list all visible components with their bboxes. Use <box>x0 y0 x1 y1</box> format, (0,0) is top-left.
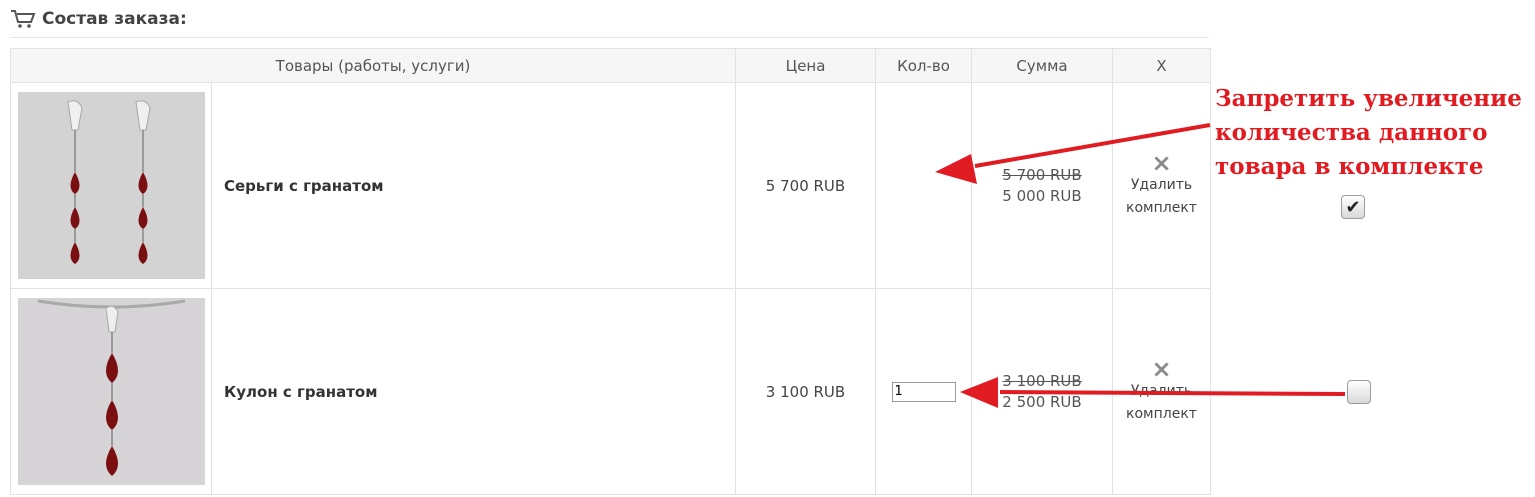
close-icon[interactable]: × <box>1113 357 1210 381</box>
close-icon[interactable]: × <box>1113 151 1210 175</box>
annotation-line: количества данного <box>1215 119 1488 146</box>
product-name[interactable]: Кулон с гранатом <box>211 288 736 495</box>
product-image-pendant[interactable] <box>17 298 205 485</box>
table-row: Кулон с гранатом 3 100 RUB 3 100 RUB 2 5… <box>10 288 1211 495</box>
title-divider <box>10 37 1209 38</box>
column-header-sum: Сумма <box>971 48 1113 83</box>
product-price: 5 700 RUB <box>735 82 876 289</box>
column-header-quantity: Кол-во <box>875 48 972 83</box>
sum-cell: 5 700 RUB 5 000 RUB <box>971 82 1113 289</box>
product-price: 3 100 RUB <box>735 288 876 495</box>
checkmark-icon: ✔ <box>1345 196 1361 217</box>
old-sum: 3 100 RUB <box>1002 372 1082 390</box>
quantity-cell <box>875 288 972 495</box>
quantity-cell-empty <box>875 82 972 289</box>
remove-set-link-2[interactable]: комплект <box>1113 197 1210 220</box>
remove-set-link[interactable]: Удалить <box>1113 174 1210 197</box>
page-title: Состав заказа: <box>42 9 187 29</box>
annotation-line: товара в комплекте <box>1215 153 1484 180</box>
product-image-cell <box>10 82 212 289</box>
sum-cell: 3 100 RUB 2 500 RUB <box>971 288 1113 495</box>
remove-cell[interactable]: × Удалить комплект <box>1112 288 1211 495</box>
lock-quantity-checkbox-checked[interactable]: ✔ <box>1341 195 1365 219</box>
new-sum: 5 000 RUB <box>1002 187 1082 205</box>
product-name[interactable]: Серьги с гранатом <box>211 82 736 289</box>
new-sum: 2 500 RUB <box>1002 393 1082 411</box>
table-row: Серьги с гранатом 5 700 RUB 5 700 RUB 5 … <box>10 82 1211 289</box>
order-table: Товары (работы, услуги) Цена Кол-во Сумм… <box>10 48 1211 495</box>
column-header-remove: X <box>1112 48 1211 83</box>
old-sum: 5 700 RUB <box>1002 166 1082 184</box>
column-header-price: Цена <box>735 48 876 83</box>
remove-set-link[interactable]: Удалить <box>1113 380 1210 403</box>
order-composition-header: Состав заказа: <box>10 6 187 32</box>
cart-icon <box>11 10 36 28</box>
table-header-row: Товары (работы, услуги) Цена Кол-во Сумм… <box>10 48 1211 83</box>
product-image-earrings[interactable] <box>17 92 205 279</box>
annotation-line: Запретить увеличение <box>1215 85 1522 112</box>
annotation-text: Запретить увеличение количества данного … <box>1215 82 1535 184</box>
lock-quantity-checkbox-unchecked[interactable] <box>1347 380 1371 404</box>
column-header-products: Товары (работы, услуги) <box>10 48 736 83</box>
remove-cell[interactable]: × Удалить комплект <box>1112 82 1211 289</box>
quantity-input[interactable] <box>891 381 956 402</box>
remove-set-link-2[interactable]: комплект <box>1113 403 1210 426</box>
product-image-cell <box>10 288 212 495</box>
